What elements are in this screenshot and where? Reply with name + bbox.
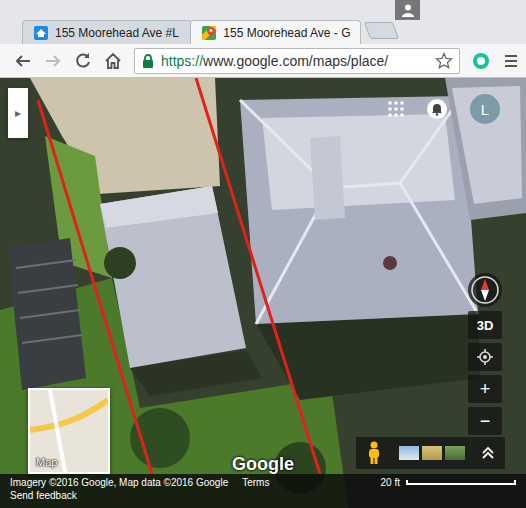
home-button[interactable] [100,48,126,74]
thumbnail[interactable] [445,446,465,460]
attribution-text: Imagery ©2016 Google, Map data ©2016 Goo… [10,477,228,488]
zoom-button[interactable]: + [468,375,502,403]
new-tab-button[interactable] [364,22,399,39]
account-bar: L [388,94,500,124]
tab-label: 155 Moorehead Ave #L [55,26,179,40]
browser-tab[interactable]: 155 Moorehead Ave - G [190,20,360,44]
my-location-button[interactable] [468,343,502,371]
google-logo: Google [200,454,326,475]
3d-button[interactable]: 3D [468,311,502,339]
listing-favicon-icon [33,25,49,41]
send-feedback-link[interactable]: Send feedback [10,490,77,501]
notification-bell-icon[interactable] [426,98,448,120]
back-button[interactable] [10,48,36,74]
scale-line [406,480,516,485]
home-icon [104,52,122,70]
extension-button[interactable] [468,48,494,74]
map-view[interactable]: ▸ L 3D + − Map Google Imagery ©2016 Googl… [0,78,526,508]
lock-icon [141,53,155,69]
imagery-panel [356,437,505,469]
url-text: https://www.google.com/maps/place/ [161,53,429,69]
compass-icon [470,275,500,305]
zoom-button[interactable]: − [468,407,502,435]
side-panel-toggle[interactable]: ▸ [8,88,28,138]
scale-label: 20 ft [381,477,400,488]
back-arrow-icon [14,52,32,70]
toolbar: https://www.google.com/maps/place/ [0,44,526,78]
address-bar[interactable]: https://www.google.com/maps/place/ [134,48,460,74]
terms-link[interactable]: Terms [242,477,269,488]
person-icon [401,3,415,17]
forward-button[interactable] [40,48,66,74]
forward-arrow-icon [44,52,62,70]
apps-grid-icon[interactable] [388,101,404,117]
reload-icon [74,52,92,70]
reload-button[interactable] [70,48,96,74]
menu-button[interactable] [498,48,524,74]
browser-tab[interactable]: 155 Moorehead Ave #L [22,20,192,44]
maps-favicon-icon [201,25,217,41]
tab-strip: 155 Moorehead Ave #L 155 Moorehead Ave -… [0,0,526,44]
bookmark-star-icon[interactable] [435,52,453,70]
tab-label: 155 Moorehead Ave - G [223,26,350,40]
photo-thumbnails[interactable] [399,446,465,460]
thumbnail[interactable] [399,446,419,460]
account-avatar[interactable]: L [470,94,500,124]
profile-button[interactable] [395,0,420,20]
location-target-icon [477,349,493,365]
compass-button[interactable] [468,273,502,307]
map-type-thumbnail[interactable]: Map [28,388,110,474]
expand-chevron-icon[interactable] [481,446,495,460]
map-type-label: Map [36,456,57,468]
status-bar: Imagery ©2016 Google, Map data ©2016 Goo… [0,474,526,508]
map-controls: 3D + − [468,273,502,435]
browser-window: 155 Moorehead Ave #L 155 Moorehead Ave -… [0,0,526,508]
scale-bar: 20 ft [381,477,516,488]
thumbnail[interactable] [422,446,442,460]
extension-icon [471,51,491,71]
menu-icon [503,53,519,69]
pegman-icon[interactable] [366,441,382,465]
